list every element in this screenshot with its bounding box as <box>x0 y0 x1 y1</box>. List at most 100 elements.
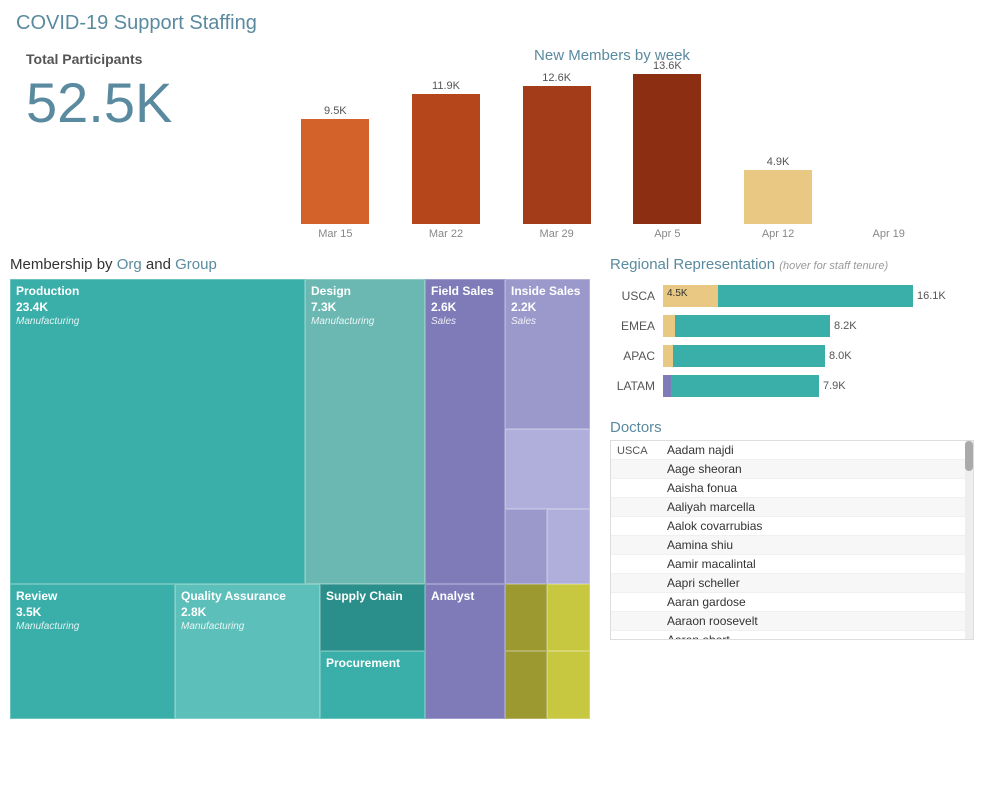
cell-title: Design <box>311 284 419 300</box>
cell-value: 7.3K <box>311 300 419 316</box>
regional-title: Regional Representation (hover for staff… <box>610 256 974 273</box>
treemap-cell-small3[interactable] <box>505 651 547 719</box>
regional-bar-container: 8.0K <box>663 345 974 367</box>
regional-row: APAC 8.0K <box>610 345 974 367</box>
doctor-row[interactable]: Aamina shiu <box>611 536 973 555</box>
regional-bar-segment <box>663 375 671 397</box>
treemap-panel: Membership by Org and Group Production23… <box>10 256 600 719</box>
bar-x-label: Mar 15 <box>318 228 352 240</box>
cell-title: Field Sales <box>431 284 499 300</box>
doctor-region <box>611 612 661 631</box>
regional-bar-container: 8.2K <box>663 315 974 337</box>
bar-x-label: Apr 19 <box>872 228 904 240</box>
regional-bar-segment <box>675 315 830 337</box>
doctors-list[interactable]: USCAAadam najdiAage sheoranAaisha fonuaA… <box>610 440 974 640</box>
page-title: COVID-19 Support Staffing <box>0 0 984 41</box>
doctor-row[interactable]: Aalok covarrubias <box>611 517 973 536</box>
total-participants-panel: Total Participants 52.5K <box>10 41 240 246</box>
treemap-cell-label: Procurement <box>321 652 424 676</box>
regional-row: USCA16.1K4.5K <box>610 285 974 307</box>
regional-row-label: APAC <box>610 349 655 363</box>
bar <box>744 170 812 224</box>
cell-title: Review <box>16 589 169 605</box>
treemap: Production23.4KManufacturingDesign7.3KMa… <box>10 279 590 719</box>
treemap-cell-analyst[interactable]: Analyst <box>425 584 505 719</box>
bar-chart-container: 9.5KMar 1511.9KMar 2212.6KMar 2913.6KApr… <box>260 70 964 240</box>
regional-bar-total: 8.0K <box>829 350 852 362</box>
bar-x-label: Mar 29 <box>540 228 574 240</box>
doctor-name: Aage sheoran <box>661 460 973 479</box>
bar-group: 12.6K Mar 29 <box>501 72 612 240</box>
bar-value-label: 9.5K <box>324 105 347 117</box>
doctor-row[interactable]: Aaren ebert <box>611 631 973 641</box>
treemap-cell-label: Inside Sales2.2KSales <box>506 280 589 332</box>
doctor-row[interactable]: Aaliyah marcella <box>611 498 973 517</box>
doctor-name: Aaliyah marcella <box>661 498 973 517</box>
doctor-region: USCA <box>611 441 661 460</box>
bar-x-label: Mar 22 <box>429 228 463 240</box>
treemap-cell-small1[interactable] <box>505 584 547 651</box>
treemap-cell-inside-sales3[interactable] <box>505 509 547 584</box>
regional-row-label: USCA <box>610 289 655 303</box>
cell-subtitle: Sales <box>431 315 499 328</box>
treemap-cell-inside-sales2[interactable] <box>505 429 590 509</box>
regional-bar-total: 7.9K <box>823 380 846 392</box>
doctor-region <box>611 517 661 536</box>
cell-subtitle: Manufacturing <box>181 620 314 633</box>
doctor-row[interactable]: Aage sheoran <box>611 460 973 479</box>
bar-group: 9.5K Mar 15 <box>280 105 391 240</box>
doctor-row[interactable]: Aapri scheller <box>611 574 973 593</box>
doctor-name: Aalok covarrubias <box>661 517 973 536</box>
treemap-cell-inside-sales[interactable]: Inside Sales2.2KSales <box>505 279 590 429</box>
treemap-cell-procurement[interactable]: Procurement <box>320 651 425 719</box>
treemap-cell-label: Design7.3KManufacturing <box>306 280 424 332</box>
doctor-row[interactable]: Aaisha fonua <box>611 479 973 498</box>
doctor-row[interactable]: Aaran gardose <box>611 593 973 612</box>
bar-x-label: Apr 5 <box>654 228 680 240</box>
treemap-cell-production[interactable]: Production23.4KManufacturing <box>10 279 305 584</box>
scrollbar[interactable] <box>965 441 973 639</box>
bar-chart-section: New Members by week 9.5KMar 1511.9KMar 2… <box>250 41 974 246</box>
doctor-region <box>611 574 661 593</box>
bar-group: 13.6K Apr 5 <box>612 60 723 240</box>
regional-bars: USCA16.1K4.5KEMEA8.2KAPAC8.0KLATAM7.9K <box>610 281 974 409</box>
cell-subtitle: Sales <box>511 315 584 328</box>
cell-subtitle: Manufacturing <box>311 315 419 328</box>
bar-group: Apr 19 <box>833 222 944 240</box>
doctor-name: Aaraon roosevelt <box>661 612 973 631</box>
treemap-cell-qa[interactable]: Quality Assurance2.8KManufacturing <box>175 584 320 719</box>
regional-row-label: LATAM <box>610 379 655 393</box>
doctor-row[interactable]: USCAAadam najdi <box>611 441 973 460</box>
regional-bar-total: 8.2K <box>834 320 857 332</box>
doctor-name: Aaran gardose <box>661 593 973 612</box>
doctor-region <box>611 498 661 517</box>
doctor-row[interactable]: Aaraon roosevelt <box>611 612 973 631</box>
regional-bar-segment <box>663 315 675 337</box>
doctor-row[interactable]: Aamir macalintal <box>611 555 973 574</box>
bar-value-label: 13.6K <box>653 60 682 72</box>
cell-title: Inside Sales <box>511 284 584 300</box>
regional-bar-segment <box>671 375 819 397</box>
treemap-cell-design[interactable]: Design7.3KManufacturing <box>305 279 425 584</box>
doctor-name: Aapri scheller <box>661 574 973 593</box>
treemap-cell-review[interactable]: Review3.5KManufacturing <box>10 584 175 719</box>
doctor-name: Aaisha fonua <box>661 479 973 498</box>
scrollbar-thumb[interactable] <box>965 441 973 471</box>
doctor-region <box>611 631 661 641</box>
doctor-region <box>611 593 661 612</box>
bar-group: 4.9KApr 12 <box>723 156 834 240</box>
treemap-cell-inside-sales4[interactable] <box>547 509 590 584</box>
total-participants-value: 52.5K <box>26 75 224 131</box>
cell-value: 2.2K <box>511 300 584 316</box>
treemap-cell-small2[interactable] <box>547 584 590 651</box>
regional-bar-segment <box>718 285 913 307</box>
treemap-cell-supply-chain[interactable]: Supply Chain <box>320 584 425 651</box>
treemap-cell-label: Field Sales2.6KSales <box>426 280 504 332</box>
treemap-cell-label: Production23.4KManufacturing <box>11 280 304 332</box>
doctor-name: Aamina shiu <box>661 536 973 555</box>
treemap-cell-small4[interactable] <box>547 651 590 719</box>
cell-title: Production <box>16 284 299 300</box>
treemap-cell-field-sales[interactable]: Field Sales2.6KSales <box>425 279 505 584</box>
bar-value-label: 12.6K <box>542 72 571 84</box>
doctor-name: Aadam najdi <box>661 441 973 460</box>
